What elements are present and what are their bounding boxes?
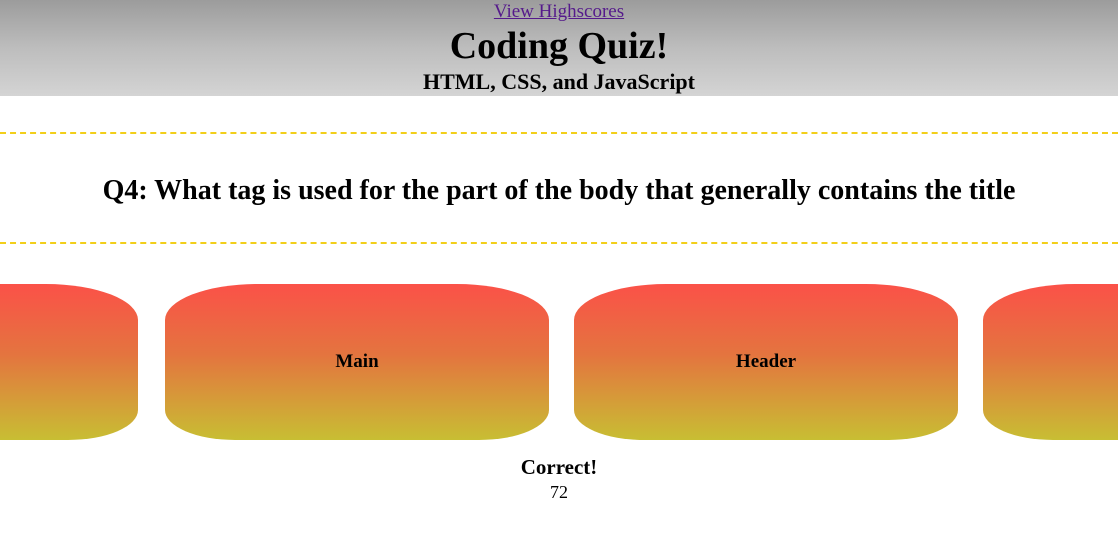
answer-feedback: Correct! <box>520 455 598 479</box>
question-container: Q4: What tag is used for the part of the… <box>0 132 1118 244</box>
page-title: Coding Quiz! <box>449 25 669 67</box>
view-highscores-link[interactable]: View Highscores <box>0 0 1118 24</box>
answer-button-3[interactable]: Header <box>574 284 958 440</box>
page-header: View Highscores Coding Quiz! HTML, CSS, … <box>0 0 1118 96</box>
answer-button-2[interactable]: Main <box>165 284 549 440</box>
answer-button-4[interactable] <box>983 284 1118 440</box>
score-value: 72 <box>550 482 568 502</box>
answer-button-1[interactable] <box>0 284 138 440</box>
answer-list: Main Header <box>0 284 1118 440</box>
question-text: Q4: What tag is used for the part of the… <box>102 175 1016 206</box>
page-subtitle: HTML, CSS, and JavaScript <box>423 69 695 94</box>
